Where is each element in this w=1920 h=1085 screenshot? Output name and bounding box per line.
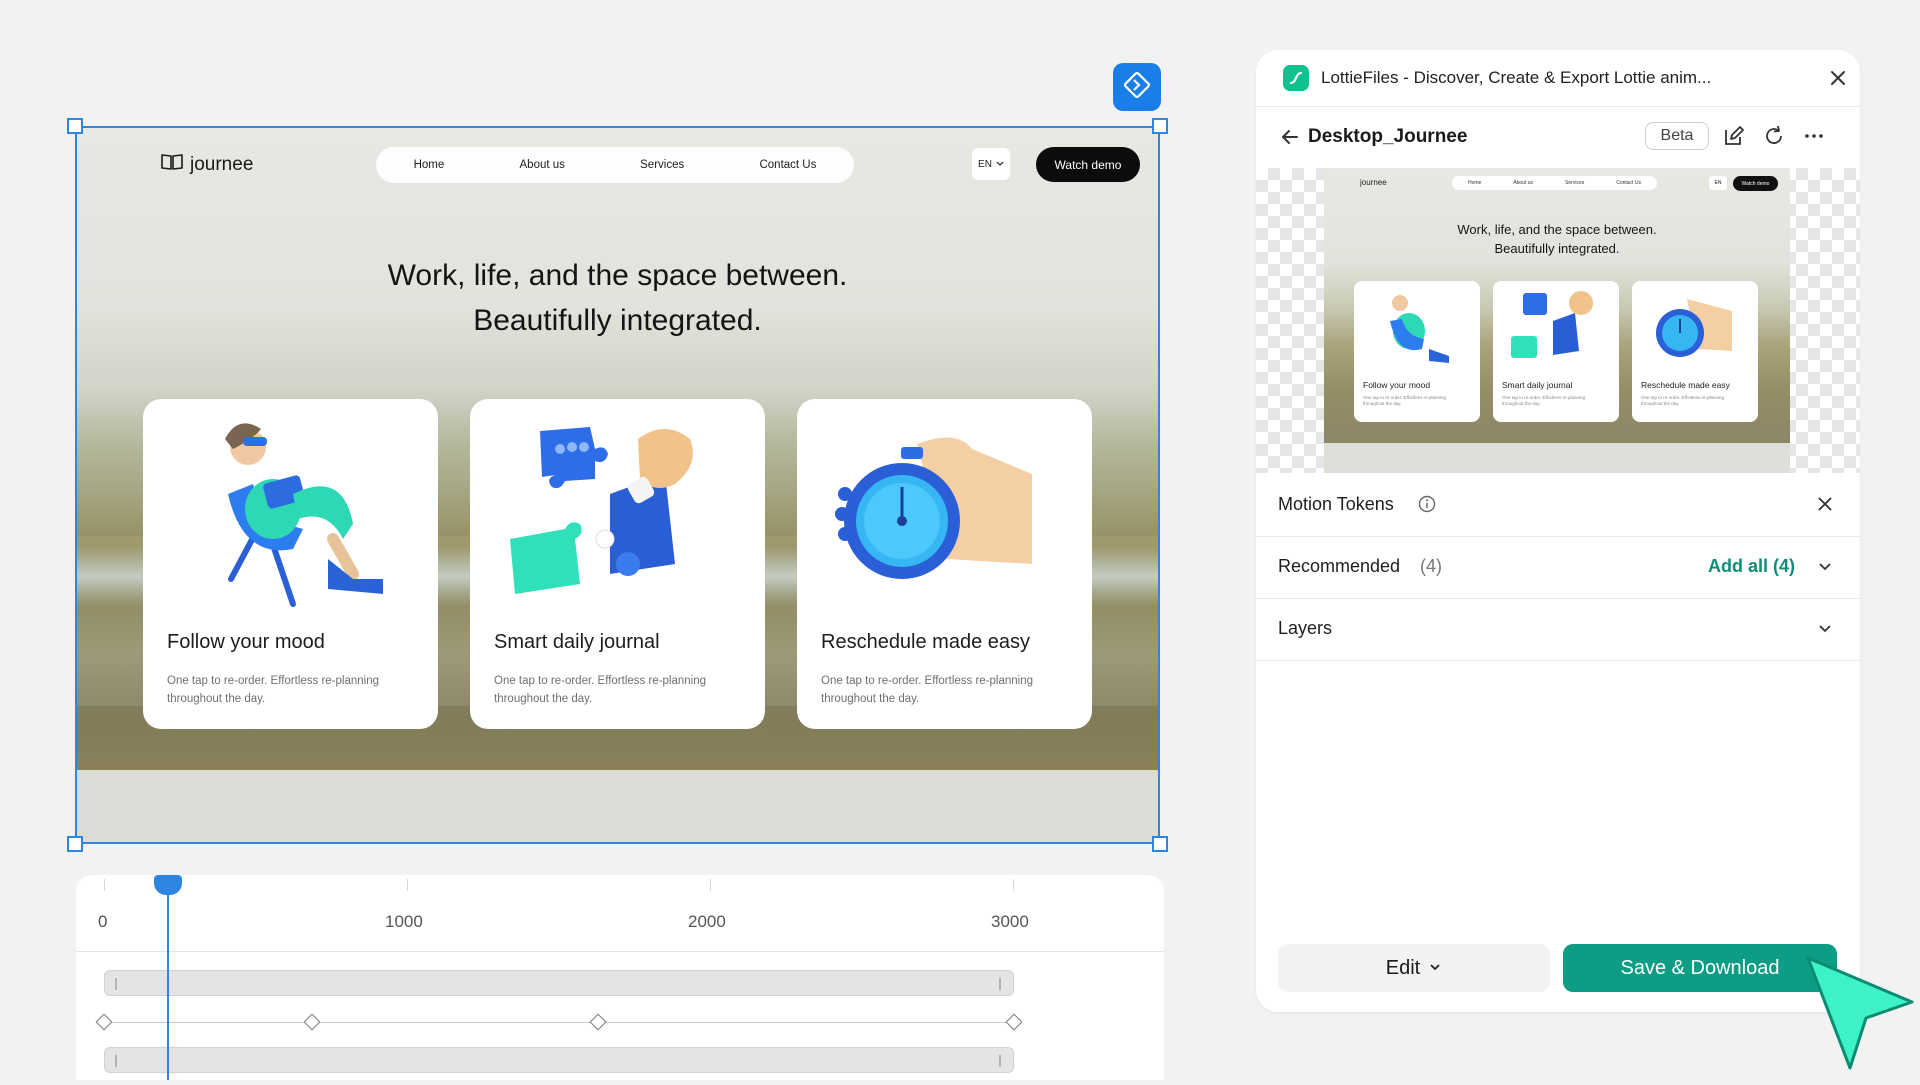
plugin-launch-button[interactable] <box>1113 63 1161 111</box>
resize-handle-top-right[interactable] <box>1152 118 1168 134</box>
keyframe-track-line <box>104 1022 1014 1023</box>
file-toolbar: Desktop_Journee Beta <box>1256 106 1860 166</box>
preview-nav-item: Contact Us <box>1616 180 1641 186</box>
preview-nav-item: About us <box>1513 180 1534 186</box>
save-download-button[interactable]: Save & Download <box>1563 944 1837 992</box>
close-icon[interactable] <box>1814 493 1836 520</box>
refresh-icon[interactable] <box>1762 124 1786 148</box>
preview-nav-item: Home <box>1467 180 1482 186</box>
preview-card-title: Smart daily journal <box>1502 380 1573 390</box>
preview-card-title: Follow your mood <box>1363 380 1431 390</box>
animation-timeline[interactable]: 0 1000 2000 3000 <box>76 875 1164 1080</box>
section-title: Layers <box>1278 618 1333 638</box>
file-name: Desktop_Journee <box>1308 126 1468 147</box>
chevron-down-icon[interactable] <box>1816 620 1834 643</box>
timeline-track[interactable] <box>104 970 1014 996</box>
preview-card-title: Reschedule made easy <box>1641 380 1730 390</box>
preview-nav-item: Services <box>1565 180 1585 186</box>
preview-card-desc: One tap to re-order. Effortless re-plann… <box>1363 395 1446 406</box>
diamond-arrow-icon <box>1122 70 1152 105</box>
lottie-logo-icon <box>1283 65 1309 91</box>
tick-label: 0 <box>98 912 108 931</box>
edit-dropdown-button[interactable]: Edit <box>1278 944 1550 992</box>
tick-label: 2000 <box>688 912 726 931</box>
timeline-ruler[interactable]: 0 1000 2000 3000 <box>76 875 1164 952</box>
back-arrow-icon[interactable] <box>1278 125 1302 149</box>
animation-preview[interactable]: journee Home About us Services Contact U… <box>1256 168 1860 473</box>
preview-headline: Work, life, and the space between. Beaut… <box>1324 220 1790 258</box>
resize-handle-bottom-left[interactable] <box>67 836 83 852</box>
preview-card-desc: One tap to re-order. Effortless re-plann… <box>1641 395 1724 406</box>
keyframe[interactable] <box>1005 1013 1023 1031</box>
more-icon[interactable] <box>1802 124 1826 148</box>
tick-label: 3000 <box>991 912 1029 931</box>
lottiefiles-panel: LottieFiles - Discover, Create & Export … <box>1256 50 1860 1012</box>
preview-card: Smart daily journal One tap to re-order.… <box>1493 281 1619 422</box>
preview-headline-line: Beautifully integrated. <box>1494 241 1620 256</box>
motion-tokens-section: Motion Tokens <box>1256 474 1860 537</box>
beta-badge: Beta <box>1645 122 1709 150</box>
keyframe[interactable] <box>303 1013 321 1031</box>
recommended-section[interactable]: Recommended (4) Add all (4) <box>1256 536 1860 599</box>
preview-lang: EN <box>1709 176 1727 190</box>
panel-header: LottieFiles - Discover, Create & Export … <box>1256 50 1860 107</box>
preview-thumbnail: journee Home About us Services Contact U… <box>1324 168 1790 473</box>
relaxing-person-illustration <box>1390 295 1449 363</box>
preview-headline-line: Work, life, and the space between. <box>1457 222 1657 237</box>
playhead-handle[interactable] <box>154 875 182 895</box>
playhead-line <box>167 885 169 1080</box>
timeline-track[interactable] <box>104 1047 1014 1073</box>
section-title: Motion Tokens <box>1278 494 1394 514</box>
add-all-button[interactable]: Add all (4) <box>1708 556 1795 577</box>
resize-handle-top-left[interactable] <box>67 118 83 134</box>
close-icon[interactable] <box>1826 66 1850 90</box>
edit-icon[interactable] <box>1722 124 1746 148</box>
preview-card: Reschedule made easy One tap to re-order… <box>1632 281 1758 422</box>
selection-frame <box>75 126 1160 844</box>
chevron-down-icon <box>1428 957 1442 980</box>
edit-label: Edit <box>1385 956 1421 979</box>
chevron-down-icon[interactable] <box>1816 558 1834 581</box>
preview-cta: Watch demo <box>1733 176 1778 191</box>
layers-section[interactable]: Layers <box>1256 598 1860 661</box>
recommended-count: (4) <box>1420 556 1442 576</box>
tick-label: 1000 <box>385 912 423 931</box>
keyframe[interactable] <box>95 1013 113 1031</box>
preview-nav: Home About us Services Contact Us <box>1452 176 1657 190</box>
keyframe[interactable] <box>589 1013 607 1031</box>
preview-card-desc: One tap to re-order. Effortless re-plann… <box>1502 395 1585 406</box>
preview-logo: journee <box>1360 178 1387 187</box>
stopwatch-hand-illustration <box>1656 299 1732 357</box>
preview-card: Follow your mood One tap to re-order. Ef… <box>1354 281 1480 422</box>
cursor-arrow-icon <box>1800 950 1920 1080</box>
section-title: Recommended <box>1278 556 1401 576</box>
puzzle-hand-illustration <box>1511 291 1593 358</box>
app-title: LottieFiles - Discover, Create & Export … <box>1321 68 1712 87</box>
info-icon[interactable] <box>1418 495 1436 518</box>
resize-handle-bottom-right[interactable] <box>1152 836 1168 852</box>
